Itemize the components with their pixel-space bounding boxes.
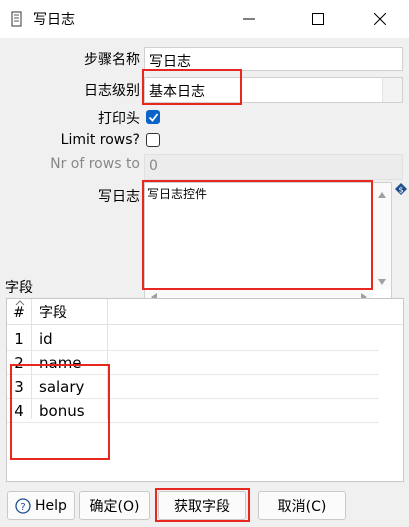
row-number: 2: [14, 354, 24, 372]
close-icon: [374, 13, 386, 25]
table-row[interactable]: 1 id: [7, 327, 379, 351]
field-name: id: [39, 330, 53, 348]
write-log-textarea[interactable]: 写日志控件: [144, 182, 392, 306]
app-icon: [11, 11, 22, 27]
variable-icon[interactable]: $: [395, 183, 407, 195]
limit-rows-label: Limit rows?: [60, 132, 140, 148]
fields-section-label: 字段: [5, 280, 33, 296]
scroll-down-arrow-icon[interactable]: [378, 279, 386, 285]
help-icon: ?: [15, 497, 31, 514]
column-header-field: 字段: [39, 305, 67, 321]
minimize-icon: [243, 18, 255, 20]
ok-button[interactable]: 确定(O): [79, 491, 150, 520]
svg-text:$: $: [398, 186, 403, 195]
print-header-label: 打印头: [98, 111, 140, 127]
minimize-button[interactable]: [226, 0, 272, 38]
get-fields-button-label: 获取字段: [174, 498, 230, 515]
log-level-label: 日志级别: [84, 83, 140, 99]
field-name: salary: [39, 378, 85, 396]
write-log-label: 写日志: [98, 189, 140, 205]
table-row[interactable]: 2 name: [7, 351, 379, 375]
log-level-dropdown-button[interactable]: [382, 78, 402, 102]
column-header-num: #: [13, 305, 25, 321]
get-fields-button[interactable]: 获取字段: [158, 491, 246, 520]
log-level-value: 基本日志: [149, 84, 205, 100]
close-button[interactable]: [357, 0, 403, 38]
cancel-button[interactable]: 取消(C): [258, 491, 346, 520]
field-name: name: [39, 354, 82, 372]
row-number: 3: [14, 378, 24, 396]
step-name-input[interactable]: 写日志: [144, 47, 403, 71]
step-name-label: 步骤名称: [84, 52, 140, 68]
scroll-up-arrow-icon[interactable]: [378, 192, 386, 198]
row-number: 1: [14, 330, 24, 348]
write-log-vertical-scrollbar[interactable]: [373, 183, 391, 289]
write-log-text: 写日志控件: [147, 187, 208, 201]
help-button[interactable]: ? Help: [7, 491, 75, 520]
window-title: 写日志: [33, 12, 75, 28]
cancel-button-label: 取消(C): [277, 498, 327, 515]
fields-table[interactable]: # 字段 1 id 2 name 3 salary 4 bonus: [6, 298, 404, 482]
limit-rows-checkbox[interactable]: [146, 133, 160, 147]
table-header: # 字段: [7, 299, 403, 325]
nr-rows-label: Nr of rows to: [50, 156, 140, 172]
svg-text:?: ?: [20, 502, 25, 513]
field-name: bonus: [39, 402, 85, 420]
row-number: 4: [14, 402, 24, 420]
maximize-button[interactable]: [295, 0, 341, 38]
log-level-select[interactable]: 基本日志: [144, 77, 403, 103]
table-row[interactable]: 3 salary: [7, 375, 379, 399]
table-row[interactable]: 4 bonus: [7, 399, 379, 423]
nr-rows-input[interactable]: 0: [144, 154, 403, 180]
ok-button-label: 确定(O): [89, 498, 140, 515]
print-header-checkbox[interactable]: [146, 110, 160, 124]
checkmark-icon: [148, 113, 159, 122]
help-button-label: Help: [35, 497, 67, 514]
title-bar: 写日志: [0, 0, 409, 38]
maximize-icon: [312, 13, 324, 25]
